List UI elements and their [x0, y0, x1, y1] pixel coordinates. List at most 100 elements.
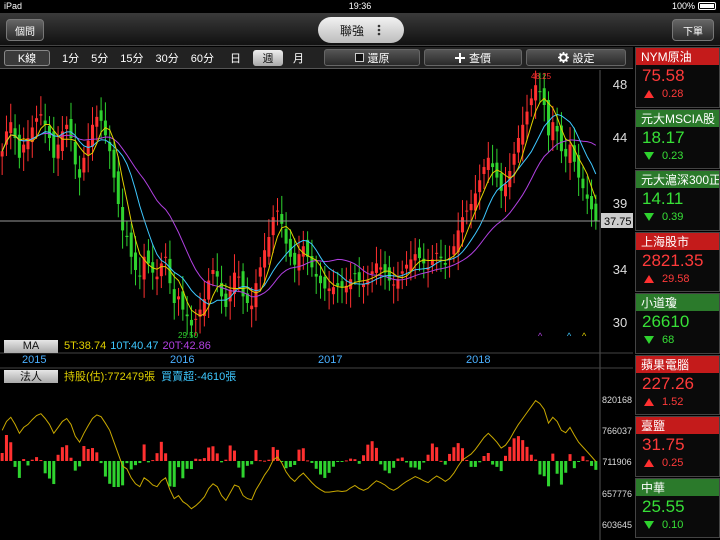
- net-bar: [443, 461, 447, 465]
- watchlist-item-change: 1.52: [662, 395, 684, 408]
- net-bar: [473, 461, 477, 467]
- status-bar: iPad 19:36 100%: [0, 0, 720, 13]
- net-bar: [288, 461, 292, 467]
- period-30min[interactable]: 30分: [150, 50, 185, 66]
- stock-selector[interactable]: 聯強: [318, 17, 404, 43]
- candle-body: [172, 289, 176, 303]
- net-bar: [525, 446, 529, 461]
- candle-body: [112, 149, 116, 178]
- candle-body: [280, 214, 284, 224]
- candle-body: [250, 305, 254, 310]
- net-bar: [194, 458, 198, 461]
- last-price-label: 37.75: [604, 216, 632, 228]
- price-tick: 30: [613, 315, 627, 330]
- candle-body: [379, 267, 383, 270]
- watchlist-item-price: 14.11: [642, 189, 684, 208]
- watchlist-item-price: 26610: [642, 312, 690, 331]
- dots-icon: [377, 24, 381, 36]
- net-bar: [512, 438, 516, 461]
- candle-body: [263, 250, 267, 268]
- net-bar: [73, 461, 77, 471]
- question-button[interactable]: 個問: [6, 19, 44, 41]
- candle-body: [585, 194, 589, 199]
- candle-body: [275, 210, 279, 212]
- candle-body: [542, 88, 546, 105]
- period-1min[interactable]: 1分: [56, 50, 85, 66]
- query-price-button[interactable]: 查價: [424, 49, 522, 66]
- period-15min[interactable]: 15分: [114, 50, 149, 66]
- candle-body: [314, 273, 318, 277]
- period-week[interactable]: 週: [253, 49, 283, 66]
- candle-body: [521, 124, 525, 145]
- net-bar: [60, 447, 64, 461]
- candle-body: [443, 262, 447, 265]
- candle-body: [590, 196, 594, 210]
- net-bar: [538, 461, 542, 475]
- period-month[interactable]: 月: [287, 50, 310, 66]
- candle-body: [392, 284, 396, 286]
- watchlist-item[interactable]: 臺鹽 31.75 0.25: [635, 416, 720, 477]
- kline-chart[interactable]: 48.25 29.50 ^ ^ ^ 48 44 39 34 30 820168 766037…: [0, 70, 633, 540]
- net-bar: [396, 458, 400, 461]
- watchlist-item[interactable]: 元大滬深300正214.11 0.39: [635, 170, 720, 231]
- kline-button[interactable]: K線: [4, 49, 50, 66]
- net-bar: [35, 457, 39, 461]
- candle-body: [129, 232, 133, 257]
- net-bar: [228, 445, 232, 461]
- net-bar: [241, 461, 245, 478]
- candle-body: [17, 134, 21, 158]
- net-bar: [181, 461, 185, 479]
- settings-label: 設定: [572, 52, 595, 65]
- price-tick: 34: [613, 262, 627, 277]
- candle-body: [211, 270, 215, 274]
- net-bar: [534, 459, 538, 461]
- candle-body: [452, 246, 456, 255]
- net-bar: [47, 461, 51, 479]
- net-bar: [439, 460, 443, 462]
- watchlist-item[interactable]: NYM原油 75.58 0.28: [635, 47, 720, 108]
- net-bar: [465, 459, 469, 461]
- candle-body: [267, 237, 271, 257]
- net-bar: [572, 461, 576, 469]
- net-bar: [164, 453, 168, 461]
- watchlist-item[interactable]: 上海股市 2821.35 29.58: [635, 231, 720, 292]
- candle-body: [90, 124, 95, 147]
- settings-button[interactable]: 設定: [526, 49, 626, 66]
- watchlist-item[interactable]: 中華 25.55 0.10: [635, 477, 720, 538]
- battery-icon: [698, 2, 716, 10]
- gear-icon: [557, 52, 569, 63]
- period-5min[interactable]: 5分: [85, 50, 114, 66]
- ma-legend: MA 5T:38.74 10T:40.47 20T:42.86: [0, 339, 211, 353]
- net-bar: [503, 455, 508, 461]
- watchlist-item-change: 0.25: [662, 457, 684, 469]
- net-bar: [108, 461, 112, 484]
- candle-body: [469, 204, 473, 211]
- net-bar: [112, 461, 116, 487]
- watchlist-item[interactable]: 元大MSCIA股 18.17 0.23: [635, 108, 720, 169]
- watchlist-item[interactable]: 小道瓊 26610 68: [635, 293, 720, 354]
- net-bar: [52, 461, 56, 485]
- net-bar: [383, 461, 387, 471]
- institutional-tag[interactable]: 法人: [4, 369, 58, 383]
- candle-body: [417, 247, 421, 259]
- restore-toggle[interactable]: 還原: [324, 49, 420, 66]
- net-bar: [134, 461, 138, 466]
- period-60min[interactable]: 60分: [185, 50, 220, 66]
- candle-body: [82, 157, 86, 173]
- watchlist-item[interactable]: 蘋果電腦 227.26 1.52: [635, 354, 720, 415]
- watchlist-item-price: 227.26: [642, 373, 694, 393]
- volume-tick: 820168: [602, 395, 632, 405]
- net-bar: [594, 461, 598, 470]
- arrow-up-icon: [644, 397, 654, 406]
- period-day[interactable]: 日: [224, 50, 247, 66]
- marker-icon: ^: [582, 331, 587, 341]
- ma-tag[interactable]: MA: [4, 339, 58, 353]
- net-bar: [267, 459, 271, 461]
- candle-body: [116, 171, 120, 204]
- order-button[interactable]: 下單: [672, 19, 714, 41]
- net-bar: [516, 436, 520, 461]
- net-bar: [103, 461, 107, 477]
- checkbox-icon: [354, 53, 364, 62]
- net-bar: [275, 449, 279, 461]
- net-bar: [250, 461, 254, 465]
